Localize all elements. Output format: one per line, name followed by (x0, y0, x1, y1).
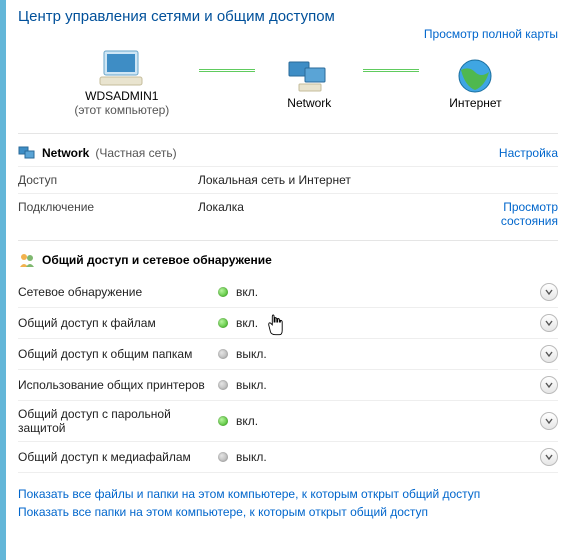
network-name: Network (42, 146, 89, 160)
chevron-down-icon (545, 417, 553, 425)
footer-links: Показать все файлы и папки на этом компь… (18, 487, 558, 519)
sharing-label: Общий доступ к файлам (18, 316, 218, 330)
sharing-row: Сетевое обнаружение вкл. (18, 277, 558, 308)
sharing-status: вкл. (236, 414, 540, 428)
access-label: Доступ (18, 173, 198, 187)
status-on-icon (218, 416, 228, 426)
sharing-row: Использование общих принтеров выкл. (18, 370, 558, 401)
access-row: Доступ Локальная сеть и Интернет (18, 166, 558, 193)
show-all-files-link[interactable]: Показать все файлы и папки на этом компь… (18, 487, 558, 501)
sharing-title: Общий доступ и сетевое обнаружение (42, 253, 272, 267)
connection-value: Локалка (198, 200, 448, 214)
computer-icon (98, 49, 146, 89)
map-node-sublabel: (этот компьютер) (74, 103, 169, 117)
globe-icon (451, 56, 499, 96)
expand-button[interactable] (540, 345, 558, 363)
connection-label: Подключение (18, 200, 198, 214)
sharing-row: Общий доступ к общим папкам выкл. (18, 339, 558, 370)
map-node-this-computer[interactable]: WDSADMIN1 (этот компьютер) (74, 49, 169, 117)
users-icon (18, 251, 36, 269)
chevron-down-icon (545, 288, 553, 296)
sharing-label: Использование общих принтеров (18, 378, 218, 392)
expand-button[interactable] (540, 314, 558, 332)
status-off-icon (218, 452, 228, 462)
sharing-status: вкл. (236, 316, 540, 330)
sharing-status: выкл. (236, 347, 540, 361)
chevron-down-icon (545, 350, 553, 358)
sharing-status: вкл. (236, 285, 540, 299)
sharing-row: Общий доступ к медиафайлам выкл. (18, 442, 558, 473)
map-connection (363, 69, 419, 72)
map-connection (199, 69, 255, 72)
sharing-row: Общий доступ с парольной защитой вкл. (18, 401, 558, 442)
map-node-label: Интернет (449, 96, 501, 110)
chevron-down-icon (545, 453, 553, 461)
map-node-network[interactable]: Network (285, 56, 333, 110)
status-off-icon (218, 380, 228, 390)
expand-button[interactable] (540, 283, 558, 301)
expand-button[interactable] (540, 448, 558, 466)
status-off-icon (218, 349, 228, 359)
sharing-row: Общий доступ к файлам вкл. (18, 308, 558, 339)
map-node-internet[interactable]: Интернет (449, 56, 501, 110)
map-node-label: Network (287, 96, 331, 110)
network-section-header: Network (Частная сеть) Настройка (18, 140, 558, 166)
customize-link[interactable]: Настройка (499, 146, 558, 160)
expand-button[interactable] (540, 376, 558, 394)
access-value: Локальная сеть и Интернет (198, 173, 558, 187)
sharing-section-header: Общий доступ и сетевое обнаружение (18, 247, 558, 273)
sharing-label: Сетевое обнаружение (18, 285, 218, 299)
map-node-label: WDSADMIN1 (85, 89, 158, 103)
connection-row: Подключение Локалка Просмотр состояния (18, 193, 558, 234)
chevron-down-icon (545, 381, 553, 389)
sharing-status: выкл. (236, 450, 540, 464)
sharing-list: Сетевое обнаружениевкл.Общий доступ к фа… (18, 277, 558, 473)
sharing-label: Общий доступ к общим папкам (18, 347, 218, 361)
divider (18, 133, 558, 134)
network-type: (Частная сеть) (95, 146, 176, 160)
page-title: Центр управления сетями и общим доступом (18, 8, 558, 25)
expand-button[interactable] (540, 412, 558, 430)
view-status-link[interactable]: Просмотр состояния (448, 200, 558, 228)
status-on-icon (218, 287, 228, 297)
view-full-map-link[interactable]: Просмотр полной карты (424, 27, 558, 41)
network-icon (285, 56, 333, 96)
sharing-label: Общий доступ к медиафайлам (18, 450, 218, 464)
divider (18, 240, 558, 241)
network-map: WDSADMIN1 (этот компьютер) Network Интер… (18, 43, 558, 127)
sharing-status: выкл. (236, 378, 540, 392)
show-all-folders-link[interactable]: Показать все папки на этом компьютере, к… (18, 505, 558, 519)
chevron-down-icon (545, 319, 553, 327)
status-on-icon (218, 318, 228, 328)
sharing-label: Общий доступ с парольной защитой (18, 407, 218, 435)
network-small-icon (18, 144, 36, 162)
